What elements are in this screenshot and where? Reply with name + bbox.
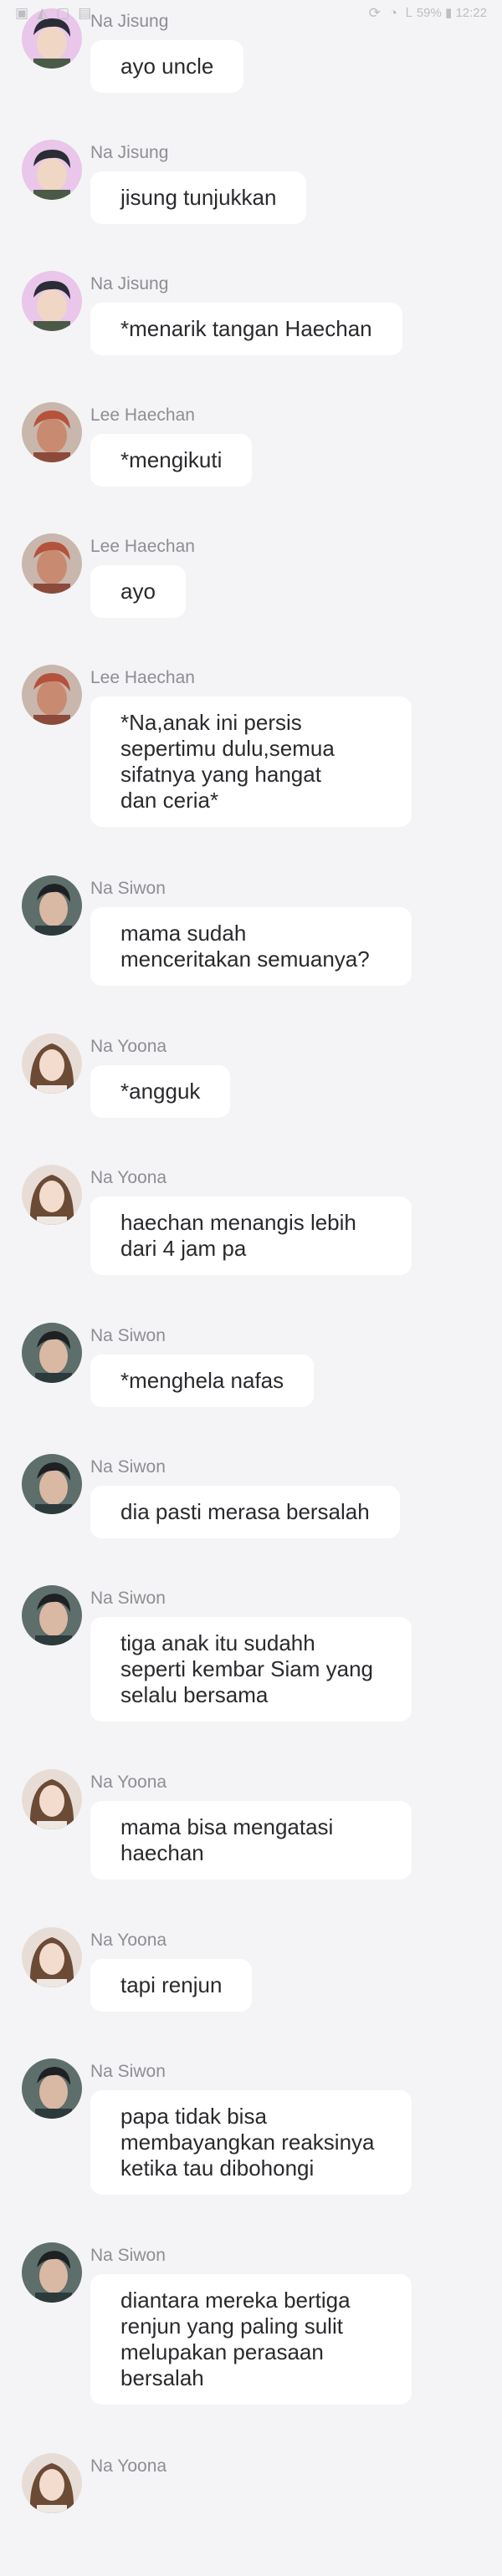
message-bubble[interactable]: papa tidak bisa membayangkan reaksinya k…: [90, 2090, 412, 2195]
chat-message: Na Siwon dia pasti merasa bersalah: [0, 1446, 502, 1577]
sender-name: Lee Haechan: [90, 537, 195, 556]
siwon-avatar[interactable]: [22, 1585, 82, 1645]
sender-name: Na Yoona: [90, 1773, 167, 1792]
message-bubble[interactable]: tapi renjun: [90, 1959, 253, 2012]
sender-name: Na Jisung: [90, 274, 169, 293]
chat-message: Na Siwon papa tidak bisa membayangkan re…: [0, 2050, 502, 2234]
chat-message: Na Jisung *menarik tangan Haechan: [0, 263, 502, 394]
haechan-avatar[interactable]: [22, 402, 82, 462]
message-bubble[interactable]: jisung tunjukkan: [90, 171, 307, 224]
message-bubble[interactable]: *mengikuti: [90, 434, 253, 487]
chat-message: Lee Haechan *mengikuti: [0, 394, 502, 525]
status-bar-right: ⟳ ◔ Ꮮ 59% ▮ 12:22: [368, 4, 487, 21]
chat-message: Na Siwon mama sudah menceritakan semuany…: [0, 867, 502, 1025]
message-bubble[interactable]: haechan menangis lebih dari 4 jam pa: [90, 1196, 412, 1275]
sender-name: Lee Haechan: [90, 406, 195, 425]
sender-name: Na Jisung: [90, 143, 169, 162]
sender-name: Na Yoona: [90, 1931, 167, 1950]
message-bubble[interactable]: *menghela nafas: [90, 1354, 315, 1407]
message-bubble[interactable]: mama sudah menceritakan semuanya?: [90, 907, 412, 986]
chat-message: Na Siwon *menghela nafas: [0, 1314, 502, 1446]
message-bubble[interactable]: *angguk: [90, 1065, 231, 1118]
sender-name: Na Yoona: [90, 2456, 167, 2476]
yoona-avatar[interactable]: [22, 1165, 82, 1225]
message-bubble[interactable]: *menarik tangan Haechan: [90, 303, 402, 355]
status-bar: ▣ ◭ ▢ ▤ ⟳ ◔ Ꮮ 59% ▮ 12:22: [0, 0, 502, 25]
sender-name: Na Siwon: [90, 1457, 166, 1477]
status-text: Ꮮ 59% ▮ 12:22: [406, 6, 487, 20]
chat-message: Na Yoona mama bisa mengatasi haechan: [0, 1761, 502, 1919]
chat-message: Na Yoona *angguk: [0, 1025, 502, 1156]
chat-message: Na Yoona tapi renjun: [0, 1919, 502, 2050]
chat-message: Na Siwon tiga anak itu sudahh seperti ke…: [0, 1577, 502, 1761]
sender-name: Na Siwon: [90, 879, 166, 898]
chat-message: Na Yoona haechan menangis lebih dari 4 j…: [0, 1156, 502, 1314]
sender-name: Na Yoona: [90, 1168, 167, 1187]
siwon-avatar[interactable]: [22, 2242, 82, 2303]
chat-message: Na Yoona: [0, 2445, 502, 2576]
message-bubble[interactable]: mama bisa mengatasi haechan: [90, 1801, 412, 1880]
message-bubble[interactable]: ayo uncle: [90, 40, 244, 93]
yoona-avatar[interactable]: [22, 2453, 82, 2513]
haechan-avatar[interactable]: [22, 533, 82, 594]
message-bubble[interactable]: *Na,anak ini persis sepertimu dulu,semua…: [90, 696, 412, 827]
jisung-avatar[interactable]: [22, 271, 82, 331]
sender-name: Na Siwon: [90, 1326, 166, 1345]
sender-name: Na Siwon: [90, 2246, 166, 2265]
chat-message: Na Jisung jisung tunjukkan: [0, 131, 502, 263]
yoona-avatar[interactable]: [22, 1033, 82, 1094]
sync-icon: ⟳: [368, 4, 381, 21]
chat-thread: Na Jisung ayo uncle Na Jisung jisung tun…: [0, 0, 502, 2576]
sender-name: Na Siwon: [90, 1589, 166, 1608]
chat-message: Na Siwon diantara mereka bertiga renjun …: [0, 2234, 502, 2445]
message-bubble[interactable]: diantara mereka bertiga renjun yang pali…: [90, 2274, 412, 2405]
telegram-icon: ◭: [37, 4, 49, 21]
siwon-avatar[interactable]: [22, 1323, 82, 1383]
haechan-avatar[interactable]: [22, 665, 82, 725]
yoona-avatar[interactable]: [22, 1927, 82, 1987]
sender-name: Na Yoona: [90, 1037, 167, 1056]
siwon-avatar[interactable]: [22, 2058, 82, 2119]
siwon-avatar[interactable]: [22, 875, 82, 936]
chat-message: Lee Haechan ayo: [0, 525, 502, 656]
jisung-avatar[interactable]: [22, 140, 82, 200]
wifi-icon: ◔: [388, 4, 398, 21]
message-bubble[interactable]: tiga anak itu sudahh seperti kembar Siam…: [90, 1617, 412, 1722]
yoona-avatar[interactable]: [22, 1769, 82, 1829]
chat-message: Lee Haechan *Na,anak ini persis sepertim…: [0, 656, 502, 867]
status-bar-left: ▣ ◭ ▢ ▤: [15, 6, 91, 20]
message-icon: ▢: [56, 4, 70, 21]
siwon-avatar[interactable]: [22, 1454, 82, 1514]
message-bubble[interactable]: dia pasti merasa bersalah: [90, 1486, 400, 1538]
gallery-icon: ▤: [78, 4, 92, 21]
message-bubble[interactable]: ayo: [90, 565, 186, 618]
sender-name: Lee Haechan: [90, 668, 195, 687]
notification-icon: ▣: [15, 4, 29, 21]
sender-name: Na Siwon: [90, 2062, 166, 2081]
